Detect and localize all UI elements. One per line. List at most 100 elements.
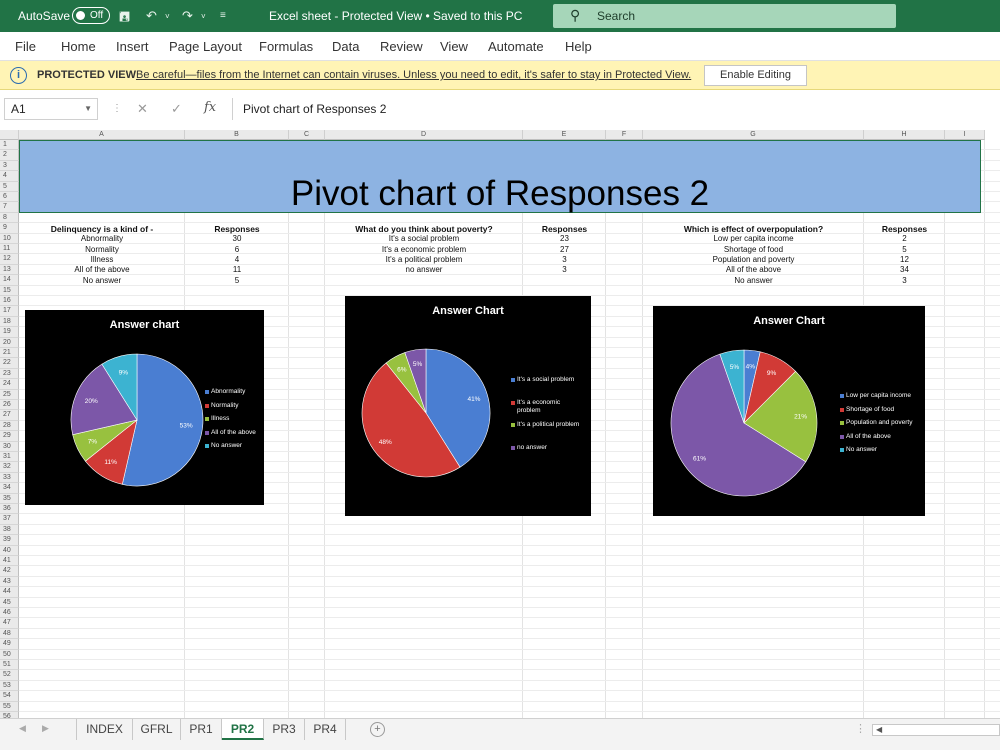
row-header-3[interactable]: 3 bbox=[0, 160, 19, 172]
title-banner[interactable]: Pivot chart of Responses 2 bbox=[19, 140, 981, 213]
row-header-19[interactable]: 19 bbox=[0, 327, 19, 338]
table-row-value[interactable]: 23 bbox=[523, 234, 606, 244]
row-header-10[interactable]: 10 bbox=[0, 233, 19, 244]
table-row-value[interactable]: 3 bbox=[864, 276, 945, 286]
row-header-54[interactable]: 54 bbox=[0, 691, 19, 702]
sheet-tab-gfrl[interactable]: GFRL bbox=[133, 719, 181, 740]
scroll-tabs-left-icon[interactable]: ◀ bbox=[19, 723, 26, 734]
pie-chart[interactable]: Answer Chart 4% 9% 21% 61% 5% Low per capita i… bbox=[653, 306, 925, 516]
table-header-responses[interactable]: Responses bbox=[185, 224, 289, 234]
row-header-29[interactable]: 29 bbox=[0, 431, 19, 442]
column-header-c[interactable]: C bbox=[289, 130, 325, 140]
enter-icon[interactable]: ✓ bbox=[171, 101, 182, 117]
row-header-23[interactable]: 23 bbox=[0, 368, 19, 380]
row-header-21[interactable]: 21 bbox=[0, 348, 19, 359]
sheet-tab-index[interactable]: INDEX bbox=[76, 719, 133, 740]
row-header-43[interactable]: 43 bbox=[0, 576, 19, 588]
menu-insert[interactable]: Insert bbox=[116, 39, 149, 54]
menu-file[interactable]: File bbox=[15, 39, 36, 54]
table-row-value[interactable]: 12 bbox=[864, 255, 945, 265]
menu-help[interactable]: Help bbox=[565, 39, 592, 54]
row-header-20[interactable]: 20 bbox=[0, 337, 19, 348]
search-box[interactable]: ⚲ Search bbox=[553, 4, 896, 28]
row-header-46[interactable]: 46 bbox=[0, 608, 19, 619]
row-header-40[interactable]: 40 bbox=[0, 545, 19, 556]
row-header-26[interactable]: 26 bbox=[0, 400, 19, 411]
table-row-label[interactable]: Low per capita income bbox=[643, 234, 864, 244]
worksheet-grid[interactable]: A B C D E F G H I 1 2 3 4 5 6 7 8 9 10 11 12 13 14 15 16 17 18 19 20… bbox=[0, 130, 1000, 718]
table-row-value[interactable]: 3 bbox=[523, 265, 606, 275]
row-header-27[interactable]: 27 bbox=[0, 410, 19, 421]
row-header-9[interactable]: 9 bbox=[0, 223, 19, 234]
row-header-31[interactable]: 31 bbox=[0, 452, 19, 463]
table-row-label[interactable]: Normality bbox=[19, 245, 185, 255]
column-header-g[interactable]: G bbox=[643, 130, 864, 140]
column-header-h[interactable]: H bbox=[864, 130, 945, 140]
row-header-34[interactable]: 34 bbox=[0, 483, 19, 494]
table-row-label[interactable]: Population and poverty bbox=[643, 255, 864, 265]
table-row-value[interactable]: 6 bbox=[185, 245, 289, 255]
row-header-30[interactable]: 30 bbox=[0, 441, 19, 452]
customize-toolbar-icon[interactable]: ≡ bbox=[220, 10, 226, 21]
undo-dropdown-icon[interactable]: ˅ bbox=[165, 12, 170, 21]
row-header-39[interactable]: 39 bbox=[0, 535, 19, 546]
table-row-label[interactable]: All of the above bbox=[19, 265, 185, 275]
row-header-28[interactable]: 28 bbox=[0, 420, 19, 432]
row-header-36[interactable]: 36 bbox=[0, 504, 19, 515]
column-header-f[interactable]: F bbox=[606, 130, 643, 140]
row-header-44[interactable]: 44 bbox=[0, 587, 19, 598]
row-header-2[interactable]: 2 bbox=[0, 150, 19, 161]
menu-home[interactable]: Home bbox=[61, 39, 96, 54]
protected-view-message[interactable]: Be careful—files from the Internet can c… bbox=[136, 69, 691, 81]
table-row-label[interactable]: No answer bbox=[19, 276, 185, 286]
row-header-45[interactable]: 45 bbox=[0, 597, 19, 608]
scroll-tabs-right-icon[interactable]: ▶ bbox=[42, 723, 49, 734]
table-row-value[interactable]: 2 bbox=[864, 234, 945, 244]
sheet-tab-pr4[interactable]: PR4 bbox=[305, 719, 346, 740]
column-header-b[interactable]: B bbox=[185, 130, 289, 140]
row-header-50[interactable]: 50 bbox=[0, 649, 19, 660]
table-row-label[interactable]: Abnormality bbox=[19, 234, 185, 244]
redo-icon[interactable]: ↷ bbox=[182, 8, 193, 24]
table-row-value[interactable]: 5 bbox=[185, 276, 289, 286]
table-header-responses[interactable]: Responses bbox=[864, 224, 945, 234]
menu-review[interactable]: Review bbox=[380, 39, 423, 54]
horizontal-scrollbar[interactable]: ◀ bbox=[872, 724, 1000, 736]
table-row-label[interactable]: It's a political problem bbox=[325, 255, 523, 265]
sheet-tab-pr1[interactable]: PR1 bbox=[181, 719, 222, 740]
formula-input[interactable]: Pivot chart of Responses 2 bbox=[232, 98, 1000, 120]
row-header-25[interactable]: 25 bbox=[0, 389, 19, 400]
row-header-53[interactable]: 53 bbox=[0, 680, 19, 692]
row-header-16[interactable]: 16 bbox=[0, 296, 19, 307]
row-header-5[interactable]: 5 bbox=[0, 181, 19, 192]
row-header-7[interactable]: 7 bbox=[0, 202, 19, 213]
sheet-tab-pr2[interactable]: PR2 bbox=[222, 719, 264, 740]
enable-editing-button[interactable]: Enable Editing bbox=[704, 65, 807, 86]
table-row-label[interactable]: Shortage of food bbox=[643, 245, 864, 255]
insert-function-icon[interactable]: fx bbox=[204, 100, 216, 115]
table-header-question[interactable]: Delinquency is a kind of - bbox=[19, 224, 185, 234]
name-box[interactable]: A1 ▼ bbox=[4, 98, 98, 120]
row-header-12[interactable]: 12 bbox=[0, 254, 19, 265]
row-header-38[interactable]: 38 bbox=[0, 524, 19, 536]
row-header-32[interactable]: 32 bbox=[0, 462, 19, 473]
undo-icon[interactable]: ↶ bbox=[146, 8, 157, 24]
menu-page-layout[interactable]: Page Layout bbox=[169, 39, 242, 54]
autosave-toggle[interactable]: Off bbox=[72, 7, 110, 24]
table-row-label[interactable]: No answer bbox=[643, 276, 864, 286]
sheet-tab-pr3[interactable]: PR3 bbox=[264, 719, 305, 740]
save-icon[interactable]: 🖪 bbox=[119, 8, 130, 30]
row-header-18[interactable]: 18 bbox=[0, 316, 19, 328]
tab-split-handle[interactable]: ⋮ bbox=[855, 722, 866, 735]
row-header-55[interactable]: 55 bbox=[0, 701, 19, 712]
table-row-value[interactable]: 30 bbox=[185, 234, 289, 244]
column-header-i[interactable]: I bbox=[945, 130, 985, 140]
add-sheet-button[interactable]: + bbox=[370, 722, 385, 737]
cancel-icon[interactable]: ✕ bbox=[137, 101, 148, 117]
pie-chart[interactable]: Answer chart 53% 11% 7% 20% 9% Abnormality Norm… bbox=[25, 310, 264, 505]
row-header-49[interactable]: 49 bbox=[0, 639, 19, 650]
scroll-left-icon[interactable]: ◀ bbox=[876, 725, 882, 734]
table-row-label[interactable]: no answer bbox=[325, 265, 523, 275]
row-header-11[interactable]: 11 bbox=[0, 244, 19, 255]
row-header-13[interactable]: 13 bbox=[0, 264, 19, 276]
